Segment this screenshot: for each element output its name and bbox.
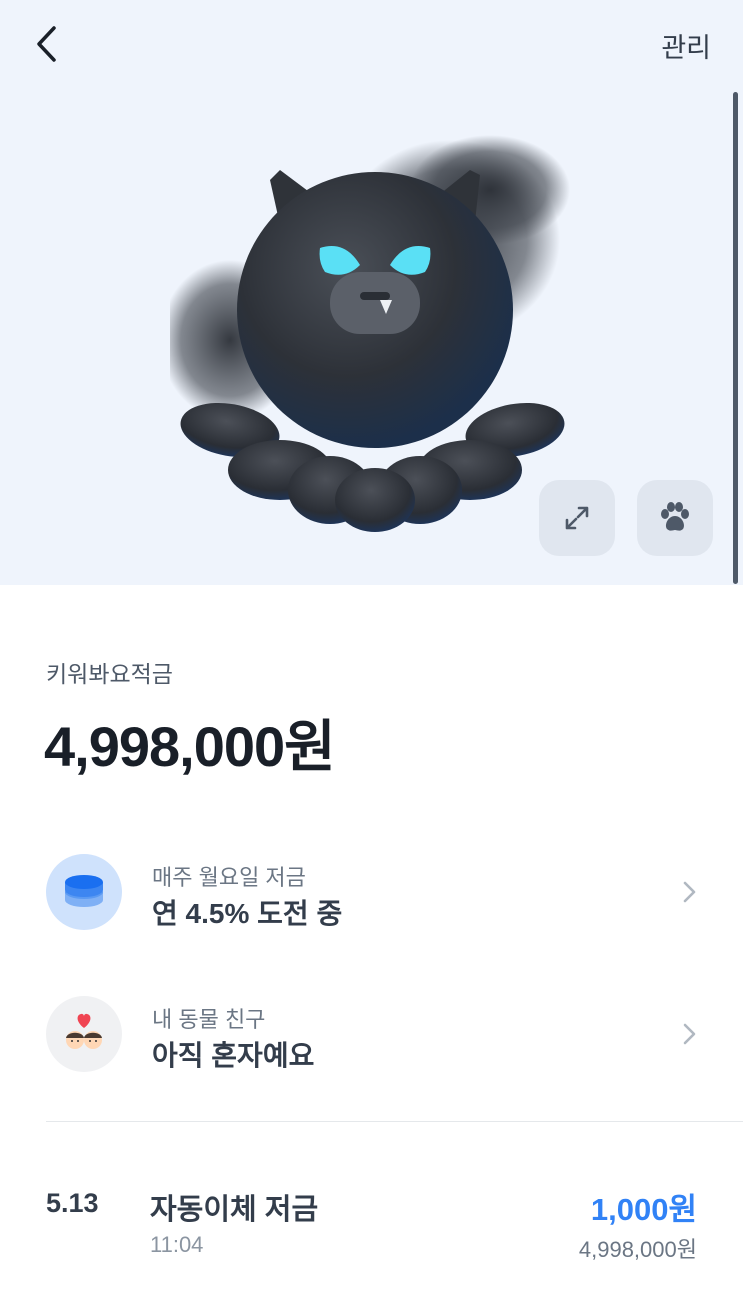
chevron-left-icon bbox=[37, 26, 56, 62]
savings-plan-subtitle: 매주 월요일 저금 bbox=[152, 865, 306, 890]
product-name: 키워봐요적금 bbox=[46, 661, 173, 687]
coin-stack-icon bbox=[46, 854, 122, 930]
transaction-amount: 1,000원 bbox=[590, 1192, 697, 1227]
transaction-title: 자동이체 저금 bbox=[150, 1194, 319, 1226]
savings-plan-row[interactable]: 매주 월요일 저금 연 4.5% 도전 중 bbox=[0, 848, 743, 938]
paw-button[interactable] bbox=[637, 480, 713, 556]
octopus-character bbox=[170, 135, 570, 532]
scrollbar[interactable] bbox=[733, 92, 738, 584]
chevron-right-icon bbox=[683, 1023, 696, 1045]
chevron-right-icon bbox=[683, 881, 696, 903]
transaction-date: 5.13 bbox=[46, 1188, 99, 1218]
hero-area: 관리 bbox=[0, 0, 743, 585]
back-button[interactable] bbox=[22, 20, 70, 68]
transaction-balance-after: 4,998,000원 bbox=[578, 1237, 697, 1262]
transaction-time: 11:04 bbox=[150, 1232, 204, 1257]
expand-button[interactable] bbox=[539, 480, 615, 556]
divider bbox=[46, 1121, 743, 1122]
friends-heart-icon bbox=[46, 996, 122, 1072]
animal-friends-title: 아직 혼자예요 bbox=[152, 1040, 315, 1071]
animal-friends-row[interactable]: 내 동물 친구 아직 혼자예요 bbox=[0, 990, 743, 1080]
paw-icon bbox=[661, 502, 689, 531]
animal-friends-subtitle: 내 동물 친구 bbox=[152, 1007, 266, 1032]
manage-button[interactable]: 관리 bbox=[661, 26, 711, 65]
expand-arrows-icon bbox=[565, 506, 589, 530]
savings-plan-title: 연 4.5% 도전 중 bbox=[152, 898, 343, 929]
account-balance: 4,998,000원 bbox=[44, 715, 336, 778]
